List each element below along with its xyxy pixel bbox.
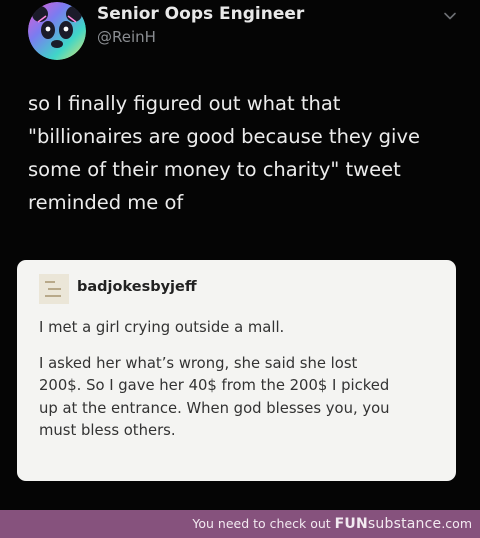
watermark-footer: You need to check out FUNsubstance.com (0, 510, 480, 538)
watermark-brand-fun: FUN (334, 516, 368, 532)
tweet-text-line: some of their money to charity" tweet (28, 158, 401, 181)
user-handle[interactable]: @ReinH (97, 28, 156, 46)
chevron-down-icon[interactable] (443, 8, 457, 22)
user-avatar[interactable] (28, 2, 86, 60)
watermark-brand-substance: substance (367, 516, 442, 532)
embedded-post-card[interactable]: badjokesbyjeff I met a girl crying outsi… (17, 260, 456, 481)
rainbow-panda-avatar-icon (28, 2, 86, 60)
tweet: Senior Oops Engineer @ReinH so I finally… (0, 0, 480, 510)
blog-name[interactable]: badjokesbyjeff (77, 279, 197, 295)
post-text-line: 200$. So I gave her 40$ from the 200$ I … (39, 377, 390, 394)
tweet-text: so I finally figured out what that "bill… (28, 87, 468, 219)
tweet-text-line: so I finally figured out what that (28, 92, 341, 115)
post-text-line: must bless others. (39, 422, 176, 439)
watermark-prefix: You need to check out (192, 516, 335, 531)
watermark-text: You need to check out FUNsubstance.com (192, 516, 472, 532)
display-name[interactable]: Senior Oops Engineer (97, 4, 304, 24)
tweet-text-line: "billionaires are good because they give (28, 125, 420, 148)
post-paragraph: I met a girl crying outside a mall. (39, 317, 449, 340)
bad-jokes-blog-avatar-icon (39, 274, 69, 304)
watermark-brand: FUNsubstance (335, 516, 442, 532)
watermark-domain: .com (441, 516, 472, 531)
tweet-text-line: reminded me of (28, 191, 184, 214)
post-text-line: up at the entrance. When god blesses you… (39, 399, 390, 417)
post-text-line: I asked her what’s wrong, she said she l… (39, 354, 358, 372)
post-paragraph: I asked her what’s wrong, she said she l… (39, 353, 449, 443)
post-text-line: I met a girl crying outside a mall. (39, 319, 285, 336)
post-body: I met a girl crying outside a mall. I as… (39, 317, 449, 443)
